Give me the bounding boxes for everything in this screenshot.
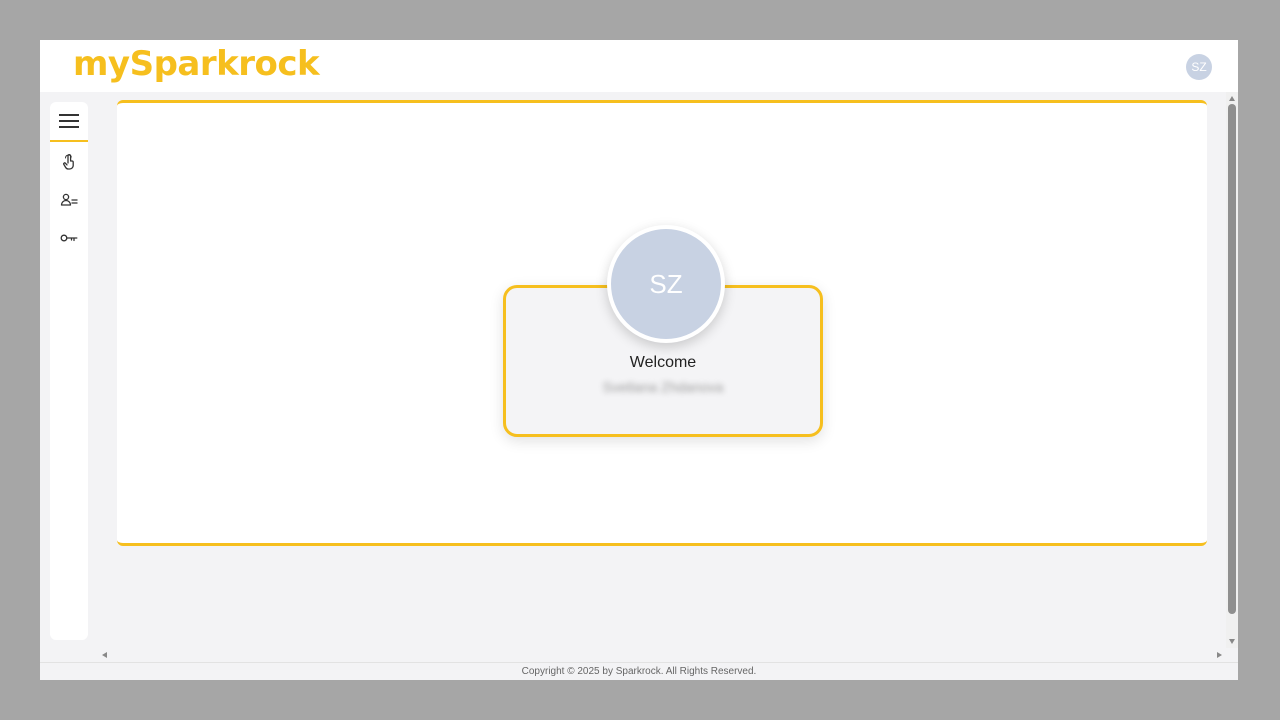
horizontal-scrollbar[interactable]	[96, 648, 1226, 662]
hamburger-menu-button[interactable]	[50, 102, 88, 142]
logo[interactable]: mySparkrock	[73, 43, 320, 85]
scroll-up-arrow-icon[interactable]	[1229, 96, 1235, 101]
footer-copyright: Copyright © 2025 by Sparkrock. All Right…	[40, 662, 1238, 680]
hamburger-icon-line	[59, 126, 79, 128]
scroll-left-arrow-icon[interactable]	[102, 652, 107, 658]
sidebar-item-users[interactable]	[59, 190, 79, 210]
vertical-scroll-thumb[interactable]	[1228, 104, 1236, 614]
header-user-avatar[interactable]: SZ	[1186, 54, 1212, 80]
key-icon	[60, 234, 78, 242]
header: mySparkrock SZ	[40, 40, 1238, 92]
sidebar	[50, 102, 88, 640]
hamburger-icon-line	[59, 120, 79, 122]
welcome-user-name: Svetlana Zhdanova	[602, 379, 724, 395]
hamburger-icon	[59, 114, 79, 116]
user-list-icon	[60, 193, 78, 206]
welcome-avatar: SZ	[607, 225, 725, 343]
app-window: mySparkrock SZ SZ Welcome Svetlana Zhdan…	[40, 40, 1238, 680]
hand-pointer-icon	[63, 154, 74, 170]
welcome-title: Welcome	[629, 354, 697, 371]
scroll-right-arrow-icon[interactable]	[1217, 652, 1222, 658]
sidebar-item-touch[interactable]	[59, 152, 79, 172]
scroll-down-arrow-icon[interactable]	[1229, 639, 1235, 644]
sidebar-item-key[interactable]	[59, 228, 79, 248]
vertical-scrollbar[interactable]	[1226, 92, 1238, 648]
main-content-card: SZ Welcome Svetlana Zhdanova	[117, 100, 1207, 546]
